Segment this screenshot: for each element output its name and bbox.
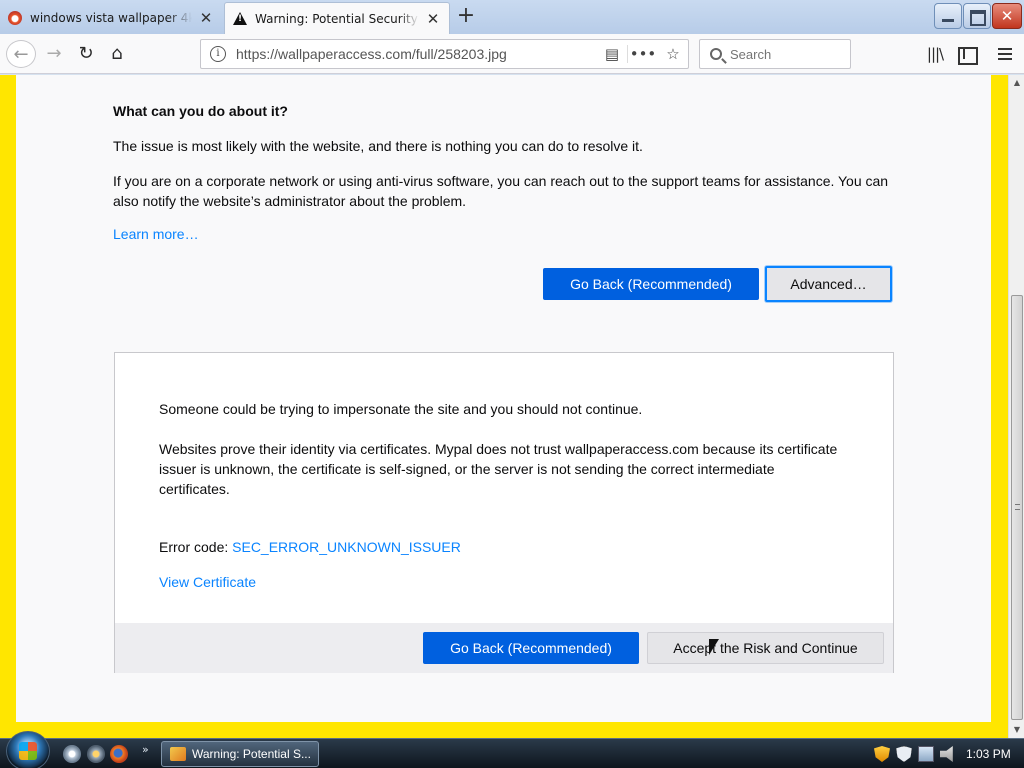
quicklaunch-more-icon[interactable]: » (142, 743, 149, 756)
search-icon (710, 48, 722, 60)
sidebar-icon[interactable] (952, 40, 980, 68)
tab-title: windows vista wallpaper 4k at D (30, 11, 192, 25)
reload-button[interactable]: ↻ (72, 40, 100, 68)
search-bar[interactable] (699, 39, 851, 69)
issue-paragraph: The issue is most likely with the websit… (113, 138, 643, 154)
minimize-button[interactable] (934, 3, 962, 29)
error-code-link[interactable]: SEC_ERROR_UNKNOWN_ISSUER (232, 539, 461, 555)
start-button[interactable] (6, 731, 50, 768)
scroll-down-arrow-icon[interactable]: ▼ (1009, 722, 1024, 738)
what-can-you-do-heading: What can you do about it? (113, 103, 288, 119)
vertical-scrollbar[interactable]: ▲ ▼ (1008, 75, 1024, 738)
system-tray: 1:03 PM (862, 739, 1024, 768)
mouse-cursor-icon (709, 639, 719, 655)
corporate-network-paragraph: If you are on a corporate network or usi… (113, 173, 889, 209)
error-code-line: Error code: SEC_ERROR_UNKNOWN_ISSUER (159, 539, 461, 555)
taskbar-button-label: Warning: Potential S... (192, 747, 311, 761)
certificate-explanation-text: Websites prove their identity via certif… (159, 441, 838, 497)
address-bar[interactable]: i https://wallpaperaccess.com/full/25820… (200, 39, 689, 69)
advanced-panel: Someone could be trying to impersonate t… (114, 352, 894, 673)
learn-more-link[interactable]: Learn more… (113, 226, 199, 242)
site-info-icon[interactable]: i (210, 46, 226, 62)
tab-strip: windows vista wallpaper 4k at D ✕ Warnin… (0, 0, 1024, 34)
url-text[interactable]: https://wallpaperaccess.com/full/258203.… (236, 46, 597, 62)
taskbar: » Warning: Potential S... 1:03 PM (0, 731, 1024, 768)
clock[interactable]: 1:03 PM (966, 747, 1011, 761)
security-center-icon[interactable] (896, 746, 912, 762)
maximize-button[interactable] (963, 3, 991, 29)
search-input[interactable] (730, 46, 840, 62)
quicklaunch-firefox-icon[interactable] (110, 745, 128, 763)
page-actions-icon[interactable]: ••• (628, 45, 658, 63)
tab-wallpaper-search[interactable]: windows vista wallpaper 4k at D ✕ (0, 2, 222, 34)
page-viewport: What can you do about it? The issue is m… (0, 75, 1008, 738)
error-code-label: Error code: (159, 539, 233, 555)
quicklaunch-media-icon[interactable] (63, 745, 81, 763)
security-shield-icon[interactable] (874, 746, 890, 762)
scroll-up-arrow-icon[interactable]: ▲ (1009, 75, 1024, 91)
browser-app-icon (170, 747, 186, 761)
fire-favicon-icon (8, 11, 22, 25)
close-tab-icon[interactable]: ✕ (425, 10, 441, 28)
tab-title: Warning: Potential Security Risk (255, 11, 419, 26)
home-button[interactable]: ⌂ (103, 40, 131, 68)
hamburger-menu-icon[interactable] (991, 40, 1019, 68)
grip-icon (1015, 504, 1020, 510)
warning-icon (233, 12, 247, 25)
tab-security-warning[interactable]: Warning: Potential Security Risk ✕ (224, 2, 450, 34)
scrollbar-thumb[interactable] (1011, 295, 1023, 720)
new-tab-button[interactable]: + (454, 4, 478, 28)
taskbar-browser-button[interactable]: Warning: Potential S... (161, 741, 319, 767)
back-button[interactable]: ← (6, 40, 36, 68)
error-page: What can you do about it? The issue is m… (16, 75, 991, 722)
close-tab-icon[interactable]: ✕ (198, 9, 214, 27)
go-back-button[interactable]: Go Back (Recommended) (543, 268, 759, 300)
bookmark-star-icon[interactable]: ☆ (658, 45, 688, 63)
go-back-button-bottom[interactable]: Go Back (Recommended) (423, 632, 639, 664)
forward-button[interactable]: → (40, 40, 68, 68)
close-window-button[interactable] (992, 3, 1022, 29)
volume-muted-icon[interactable] (940, 746, 953, 762)
quicklaunch-settings-icon[interactable] (87, 745, 105, 763)
impersonate-warning-text: Someone could be trying to impersonate t… (159, 401, 643, 417)
advanced-button[interactable]: Advanced… (765, 266, 892, 302)
panel-button-bar: Go Back (Recommended) Accept the Risk an… (115, 623, 893, 673)
navigation-toolbar: ← → ↻ ⌂ i https://wallpaperaccess.com/fu… (0, 34, 1024, 74)
network-icon[interactable] (918, 746, 934, 762)
accept-risk-button[interactable]: Accept the Risk and Continue (647, 632, 884, 664)
view-certificate-link[interactable]: View Certificate (159, 574, 256, 590)
library-icon[interactable]: |||\ (921, 40, 949, 68)
reader-view-icon[interactable]: ▤ (597, 45, 627, 63)
